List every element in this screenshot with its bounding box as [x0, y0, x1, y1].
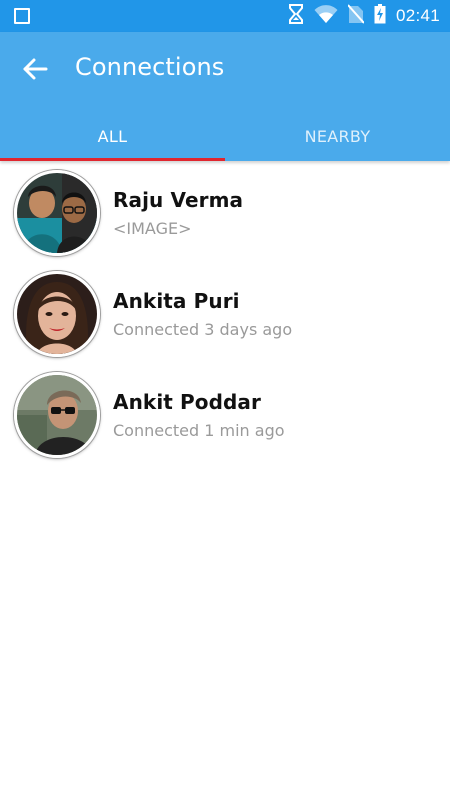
- tab-nearby-label: NEARBY: [304, 127, 371, 146]
- status-time: 02:41: [395, 6, 440, 25]
- tab-bar: ALL NEARBY: [0, 112, 450, 161]
- wifi-icon: [314, 4, 338, 29]
- connection-name: Ankit Poddar: [113, 390, 261, 414]
- page-title: Connections: [75, 53, 225, 81]
- no-sim-icon: [347, 3, 365, 29]
- app-bar: Connections ALL NEARBY: [0, 32, 450, 161]
- list-item[interactable]: Ankit Poddar Connected 1 min ago: [0, 365, 450, 466]
- connection-status: Connected 1 min ago: [113, 421, 285, 440]
- connection-name: Ankita Puri: [113, 289, 240, 313]
- back-button[interactable]: [18, 52, 52, 86]
- connections-screen: 02:41 Connections ALL NEARBY Raju Verma …: [0, 0, 450, 800]
- connection-status: <IMAGE>: [113, 219, 192, 238]
- battery-charging-icon: [374, 3, 386, 29]
- avatar: [14, 372, 100, 458]
- avatar: [14, 271, 100, 357]
- arrow-left-icon: [23, 58, 48, 80]
- notification-square-icon: [14, 8, 30, 24]
- tab-nearby[interactable]: NEARBY: [225, 112, 450, 161]
- avatar: [14, 170, 100, 256]
- tab-all[interactable]: ALL: [0, 112, 225, 161]
- sync-icon: [288, 3, 304, 29]
- connection-name: Raju Verma: [113, 188, 244, 212]
- connection-status: Connected 3 days ago: [113, 320, 293, 339]
- connections-list: Raju Verma <IMAGE> Ankita Puri Connected…: [0, 163, 450, 466]
- status-bar: 02:41: [0, 0, 450, 32]
- status-icons: 02:41: [288, 3, 440, 29]
- tab-all-label: ALL: [97, 127, 128, 146]
- list-item[interactable]: Raju Verma <IMAGE>: [0, 163, 450, 264]
- list-item[interactable]: Ankita Puri Connected 3 days ago: [0, 264, 450, 365]
- tab-indicator: [0, 158, 225, 161]
